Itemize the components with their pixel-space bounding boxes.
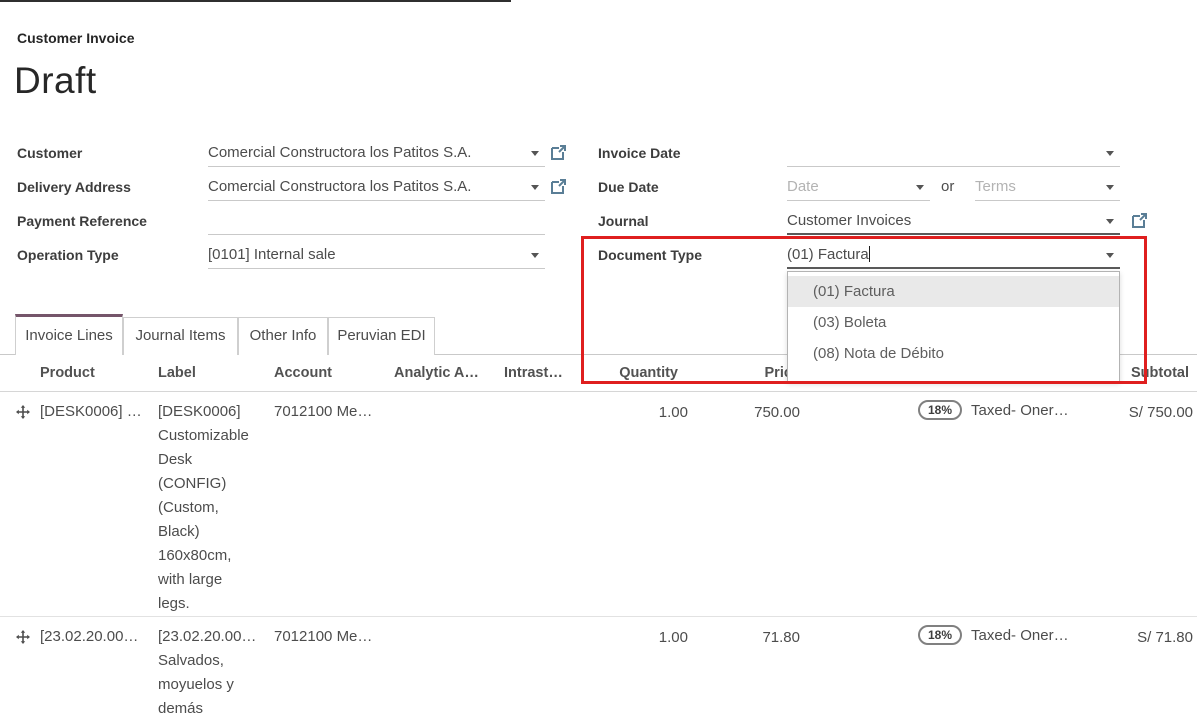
cell-product[interactable]: [DESK0006] … [35,392,150,616]
tax-badge: 18% [918,400,962,420]
due-date-date-placeholder: Date [787,173,819,201]
cell-quantity[interactable]: 1.00 [565,617,688,713]
cell-price[interactable]: 750.00 [688,392,800,616]
cell-taxes[interactable]: 18% Taxed- Oner… [800,392,1092,616]
drag-handle-icon[interactable] [0,392,35,616]
invoice-date-label: Invoice Date [598,139,778,167]
drag-handle-icon[interactable] [0,617,35,713]
col-analytic-account[interactable]: Analytic A… [386,355,498,391]
col-price[interactable]: Price [688,355,800,391]
customer-invoice-page: Customer Invoice Draft Customer Comercia… [0,0,1197,713]
external-link-icon[interactable] [1131,212,1148,229]
chevron-down-icon[interactable] [916,185,924,190]
cell-quantity[interactable]: 1.00 [565,392,688,616]
cell-account[interactable]: 7012100 Me… [264,617,386,713]
page-title: Draft [14,60,97,102]
col-quantity[interactable]: Quantity [565,355,688,391]
due-date-row: Due Date Date or Terms [0,173,1197,201]
tab-invoice-lines[interactable]: Invoice Lines [15,314,123,355]
col-label[interactable]: Label [150,355,264,391]
tab-peruvian-edi[interactable]: Peruvian EDI [328,317,435,355]
due-date-label: Due Date [598,173,778,201]
document-type-field[interactable]: (01) Factura [787,241,1120,269]
journal-value: Customer Invoices [787,207,911,235]
breadcrumb: Customer Invoice [17,30,134,46]
cell-account[interactable]: 7012100 Me… [264,392,386,616]
document-type-value: (01) Factura [787,241,869,269]
window-top-edge [0,0,511,2]
cell-intrastat[interactable] [498,617,565,713]
document-type-dropdown: (01) Factura (03) Boleta (08) Nota de Dé… [787,271,1120,382]
journal-field[interactable]: Customer Invoices [787,207,1120,235]
table-row-23022000[interactable]: [23.02.20.00… [23.02.20.00… Salvados, mo… [0,617,1197,713]
chevron-down-icon[interactable] [1106,219,1114,224]
journal-label: Journal [598,207,778,235]
cell-intrastat[interactable] [498,392,565,616]
document-type-row: Document Type (01) Factura [0,241,1197,269]
due-date-or-text: or [941,173,954,201]
due-date-terms-placeholder: Terms [975,173,1016,201]
tab-journal-items[interactable]: Journal Items [123,317,238,355]
cell-taxes[interactable]: 18% Taxed- Oner… [800,617,1092,713]
due-date-terms-field[interactable]: Terms [975,173,1120,201]
chevron-down-icon[interactable] [1106,185,1114,190]
text-cursor [869,246,871,262]
chevron-down-icon[interactable] [1106,151,1114,156]
cell-subtotal: S/ 750.00 [1092,392,1197,616]
cell-product[interactable]: [23.02.20.00… [35,617,150,713]
tax-name: Taxed- Oner… [971,402,1069,419]
due-date-date-field[interactable]: Date [787,173,930,201]
invoice-date-row: Invoice Date [0,139,1197,167]
invoice-lines-table: Product Label Account Analytic A… Intras… [0,355,1197,713]
invoice-date-field[interactable] [787,139,1120,167]
dropdown-option-nota-de-debito[interactable]: (08) Nota de Débito [788,338,1119,369]
col-account[interactable]: Account [264,355,386,391]
tab-other-info[interactable]: Other Info [238,317,328,355]
cell-label[interactable]: [DESK0006] Customizable Desk (CONFIG) (C… [150,392,264,616]
cell-analytic-account[interactable] [386,617,498,713]
document-type-label: Document Type [598,241,778,269]
dropdown-option-boleta[interactable]: (03) Boleta [788,307,1119,338]
col-product[interactable]: Product [35,355,150,391]
cell-subtotal: S/ 71.80 [1092,617,1197,713]
dropdown-option-factura[interactable]: (01) Factura [788,276,1119,307]
tax-badge: 18% [918,625,962,645]
cell-price[interactable]: 71.80 [688,617,800,713]
journal-row: Journal Customer Invoices [0,207,1197,235]
chevron-down-icon[interactable] [1106,253,1114,258]
col-handle [0,355,35,391]
col-intrastat[interactable]: Intrast… [498,355,565,391]
cell-label[interactable]: [23.02.20.00… Salvados, moyuelos y demás [150,617,264,713]
cell-analytic-account[interactable] [386,392,498,616]
table-row-desk0006[interactable]: [DESK0006] … [DESK0006] Customizable Des… [0,392,1197,617]
tax-name: Taxed- Oner… [971,627,1069,644]
